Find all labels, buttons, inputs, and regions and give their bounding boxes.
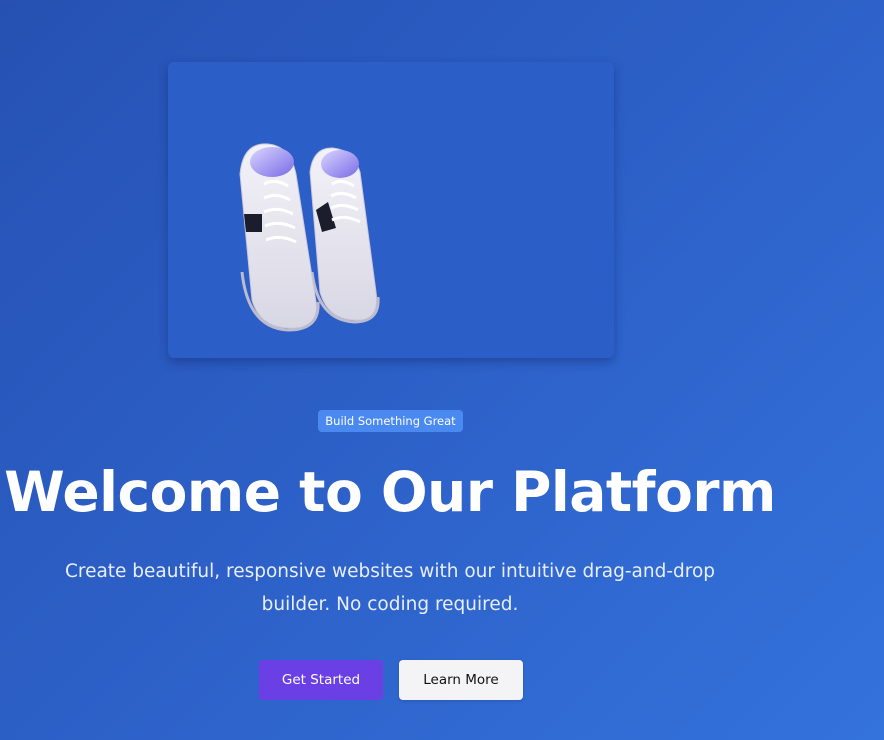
sneakers-image — [239, 143, 380, 332]
hero-subtitle: Create beautiful, responsive websites wi… — [64, 561, 716, 615]
get-started-button[interactable]: Get Started — [259, 660, 383, 700]
hero-title: Welcome to Our Platform — [4, 460, 776, 524]
hero-badge: Build Something Great — [318, 410, 463, 432]
hero-image-card — [168, 62, 614, 358]
learn-more-button[interactable]: Learn More — [399, 660, 523, 700]
